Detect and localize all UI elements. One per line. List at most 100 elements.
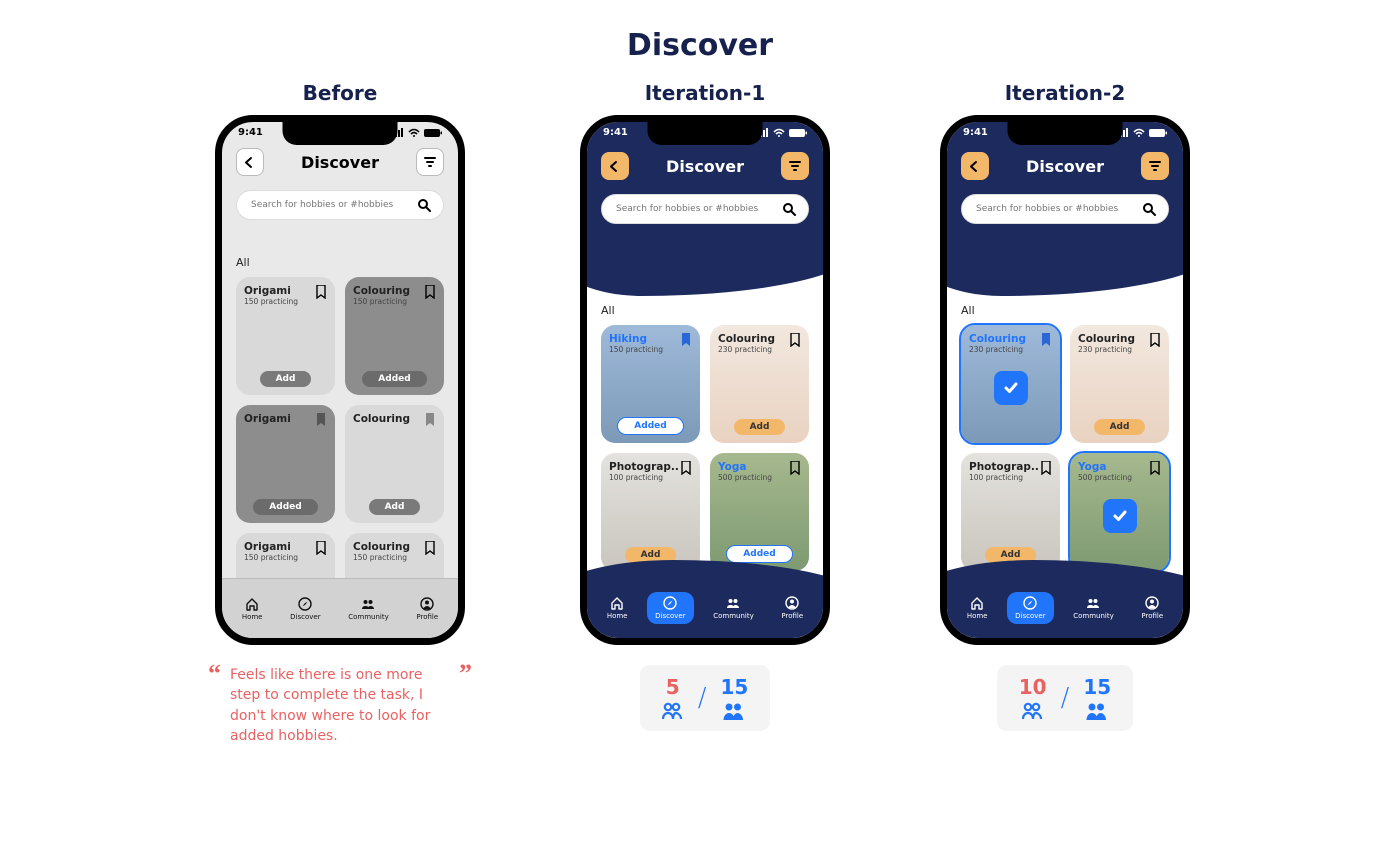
bookmark-icon[interactable] <box>789 333 801 347</box>
app-header-title: Discover <box>1026 157 1104 176</box>
tab-discover[interactable]: Discover <box>282 593 328 625</box>
notch <box>283 121 398 145</box>
metric-iter2: 10 / 15 <box>997 665 1133 731</box>
added-button[interactable]: Added <box>362 371 426 387</box>
compass-icon <box>663 596 677 610</box>
filter-button[interactable] <box>416 148 444 176</box>
search-input[interactable] <box>961 194 1169 224</box>
users-outline-icon <box>1022 701 1044 721</box>
tab-home[interactable]: Home <box>959 592 996 624</box>
bookmark-icon[interactable] <box>315 413 327 427</box>
added-button[interactable]: Added <box>253 499 317 515</box>
column-iteration-1: Iteration-1 9:41 Discover <box>580 81 830 746</box>
tab-discover[interactable]: Discover <box>1007 592 1053 624</box>
hobby-card[interactable]: Colouring150 practicing Added <box>345 277 444 395</box>
tab-discover[interactable]: Discover <box>647 592 693 624</box>
hobby-card[interactable]: Photograp..100 practicing Add <box>601 453 700 571</box>
statusbar-time: 9:41 <box>603 127 628 138</box>
phone-iter2: 9:41 Discover <box>940 115 1190 645</box>
hobby-card[interactable]: Origami150 practicing Add <box>236 277 335 395</box>
column-label: Iteration-1 <box>645 81 766 105</box>
column-label: Before <box>303 81 378 105</box>
bookmark-icon[interactable] <box>315 541 327 555</box>
bookmark-icon[interactable] <box>1040 461 1052 475</box>
bookmark-icon[interactable] <box>424 541 436 555</box>
check-icon <box>994 371 1028 405</box>
back-button[interactable] <box>601 152 629 180</box>
hobby-card[interactable]: Hiking150 practicing Added <box>601 325 700 443</box>
hobby-card[interactable]: Photograp..100 practicing Add <box>961 453 1060 571</box>
hobby-card[interactable]: Colouring230 practicing Add <box>1070 325 1169 443</box>
compass-icon <box>1023 596 1037 610</box>
filter-button[interactable] <box>781 152 809 180</box>
tabbar: Home Discover Community Profile <box>947 578 1183 638</box>
section-label: All <box>601 304 809 317</box>
back-button[interactable] <box>961 152 989 180</box>
metric-numerator: 5 <box>666 675 680 699</box>
wifi-icon <box>408 128 420 137</box>
slash-icon: / <box>1061 683 1070 713</box>
profile-icon <box>420 597 434 611</box>
hobby-card[interactable]: Colouring230 practicing <box>961 325 1060 443</box>
hobby-card[interactable]: Yoga500 practicing <box>1070 453 1169 571</box>
search-icon <box>417 198 431 212</box>
tab-community[interactable]: Community <box>1065 592 1122 624</box>
add-button[interactable]: Add <box>1094 419 1146 435</box>
tab-profile[interactable]: Profile <box>773 592 811 624</box>
bookmark-icon[interactable] <box>315 285 327 299</box>
bookmark-icon[interactable] <box>1149 333 1161 347</box>
phone-iter1: 9:41 Discover <box>580 115 830 645</box>
wifi-icon <box>1133 128 1145 137</box>
hobby-card[interactable]: Yoga500 practicing Added <box>710 453 809 571</box>
tabbar: Home Discover Community Profile <box>222 578 458 638</box>
metric-numerator: 10 <box>1019 675 1047 699</box>
user-quote: “ Feels like there is one more step to c… <box>210 665 470 746</box>
notch <box>1008 121 1123 145</box>
bookmark-icon[interactable] <box>1040 333 1052 347</box>
bookmark-icon[interactable] <box>680 461 692 475</box>
home-icon <box>610 596 624 610</box>
people-icon <box>361 597 375 611</box>
profile-icon <box>1145 596 1159 610</box>
bookmark-icon[interactable] <box>789 461 801 475</box>
search-icon <box>1142 202 1156 216</box>
add-button[interactable]: Add <box>369 499 421 515</box>
tab-home[interactable]: Home <box>234 593 271 625</box>
metric-iter1: 5 / 15 <box>640 665 771 731</box>
home-icon <box>245 597 259 611</box>
battery-icon <box>424 128 442 138</box>
hobby-card[interactable]: Colouring Add <box>345 405 444 523</box>
bookmark-icon[interactable] <box>424 285 436 299</box>
hobby-card[interactable]: Origami Added <box>236 405 335 523</box>
search-input[interactable] <box>601 194 809 224</box>
battery-icon <box>1149 128 1167 138</box>
added-button[interactable]: Added <box>726 545 792 563</box>
page-title: Discover <box>0 0 1400 63</box>
compass-icon <box>298 597 312 611</box>
column-before: Before 9:41 Discover <box>210 81 470 746</box>
bookmark-icon[interactable] <box>424 413 436 427</box>
app-header-title: Discover <box>301 153 379 172</box>
statusbar-time: 9:41 <box>963 127 988 138</box>
added-button[interactable]: Added <box>617 417 683 435</box>
tab-profile[interactable]: Profile <box>408 593 446 625</box>
filter-button[interactable] <box>1141 152 1169 180</box>
tab-profile[interactable]: Profile <box>1133 592 1171 624</box>
search-icon <box>782 202 796 216</box>
add-button[interactable]: Add <box>260 371 312 387</box>
tab-community[interactable]: Community <box>340 593 397 625</box>
column-label: Iteration-2 <box>1005 81 1126 105</box>
people-icon <box>1086 596 1100 610</box>
back-button[interactable] <box>236 148 264 176</box>
bookmark-icon[interactable] <box>680 333 692 347</box>
search-input[interactable] <box>236 190 444 220</box>
metric-denominator: 15 <box>720 675 748 699</box>
hobby-card[interactable]: Colouring230 practicing Add <box>710 325 809 443</box>
phone-before: 9:41 Discover All <box>215 115 465 645</box>
bookmark-icon[interactable] <box>1149 461 1161 475</box>
tab-community[interactable]: Community <box>705 592 762 624</box>
statusbar-time: 9:41 <box>238 127 263 138</box>
check-icon <box>1103 499 1137 533</box>
tab-home[interactable]: Home <box>599 592 636 624</box>
add-button[interactable]: Add <box>734 419 786 435</box>
